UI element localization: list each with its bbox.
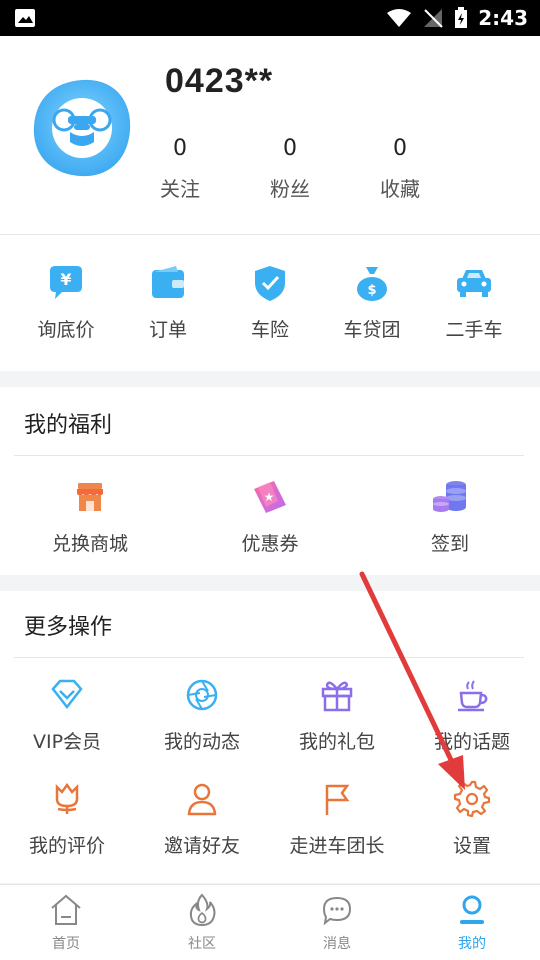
status-bar: 2:43 xyxy=(0,0,540,36)
more-item-topics[interactable]: 我的话题 xyxy=(422,675,522,754)
flower-icon xyxy=(47,779,87,819)
quick-item-orders[interactable]: 订单 xyxy=(114,263,222,342)
quick-item-insurance[interactable]: 车险 xyxy=(216,263,324,342)
diamond-icon xyxy=(47,675,87,715)
flag-icon xyxy=(317,779,357,819)
divider xyxy=(14,455,524,456)
svg-text:¥: ¥ xyxy=(60,270,71,289)
clock-text: 2:43 xyxy=(478,6,528,30)
benefit-item-checkin[interactable]: 签到 xyxy=(400,477,500,556)
stat-value: 0 xyxy=(283,136,297,161)
stat-fans[interactable]: 0 粉丝 xyxy=(240,136,340,202)
more-title: 更多操作 xyxy=(24,615,113,640)
quick-actions: ¥ 询底价 订单 车险 $ 车贷团 二手车 xyxy=(0,235,540,371)
benefit-item-coupon[interactable]: ★ 优惠券 xyxy=(220,477,320,556)
quick-item-label: 二手车 xyxy=(445,319,503,341)
shield-icon xyxy=(250,263,290,303)
more-item-settings[interactable]: 设置 xyxy=(422,779,522,858)
tab-label: 消息 xyxy=(323,936,351,952)
gear-icon xyxy=(452,779,492,819)
quick-item-label: 车险 xyxy=(250,319,289,341)
my-page: 0423** 0 关注 0 粉丝 0 收藏 ¥ 询底价 订单 车险 $ 车贷团 … xyxy=(0,36,540,884)
quick-item-label: 订单 xyxy=(148,319,187,341)
more-card: 更多操作 VIP会员 我的动态 我的礼包 我的话题 我的评价 邀请好友 走进车团… xyxy=(0,591,540,883)
flame-icon xyxy=(185,893,219,927)
stat-label: 粉丝 xyxy=(270,177,310,201)
yen-chat-icon: ¥ xyxy=(46,263,86,303)
more-item-label: 我的礼包 xyxy=(298,731,375,753)
benefit-item-store[interactable]: 兑换商城 xyxy=(40,477,140,556)
quick-item-loan[interactable]: $ 车贷团 xyxy=(318,263,426,342)
tab-bar: 首页 社区 消息 我的 xyxy=(0,884,540,960)
stat-value: 0 xyxy=(393,136,407,161)
more-item-label: VIP会员 xyxy=(32,731,102,753)
quick-item-label: 车贷团 xyxy=(343,319,401,341)
profile-header: 0423** 0 关注 0 粉丝 0 收藏 xyxy=(0,36,540,234)
gift-icon xyxy=(317,675,357,715)
tab-label: 首页 xyxy=(52,936,80,952)
money-bag-icon: $ xyxy=(352,263,392,303)
more-item-vip[interactable]: VIP会员 xyxy=(17,675,117,754)
quick-item-label: 询底价 xyxy=(37,319,95,341)
profile-icon xyxy=(455,893,489,927)
coins-icon xyxy=(430,477,470,517)
stat-value: 0 xyxy=(173,136,187,161)
svg-text:$: $ xyxy=(367,283,376,298)
more-item-label: 设置 xyxy=(452,835,491,857)
more-item-label: 走进车团长 xyxy=(289,835,385,857)
more-item-about[interactable]: 走进车团长 xyxy=(287,779,387,858)
more-item-label: 我的动态 xyxy=(163,731,240,753)
tab-label: 社区 xyxy=(188,936,216,952)
more-item-gift[interactable]: 我的礼包 xyxy=(287,675,387,754)
divider xyxy=(14,657,524,658)
tab-home[interactable]: 首页 xyxy=(16,893,116,953)
battery-charging-icon xyxy=(454,7,468,29)
more-item-feed[interactable]: 我的动态 xyxy=(152,675,252,754)
stat-label: 关注 xyxy=(160,177,200,201)
more-item-label: 我的话题 xyxy=(433,731,510,753)
tab-community[interactable]: 社区 xyxy=(152,893,252,953)
benefit-item-label: 兑换商城 xyxy=(51,533,128,555)
aperture-icon xyxy=(182,675,222,715)
image-notification-icon xyxy=(14,8,36,28)
store-icon xyxy=(70,477,110,517)
more-item-reviews[interactable]: 我的评价 xyxy=(17,779,117,858)
benefits-card: 我的福利 兑换商城 ★ 优惠券 签到 xyxy=(0,387,540,575)
wallet-icon xyxy=(148,263,188,303)
coffee-icon xyxy=(452,675,492,715)
tab-mine[interactable]: 我的 xyxy=(422,893,522,953)
benefits-title: 我的福利 xyxy=(24,413,113,438)
stat-favorites[interactable]: 0 收藏 xyxy=(350,136,450,202)
home-icon xyxy=(49,893,83,927)
quick-item-used-car[interactable]: 二手车 xyxy=(420,263,528,342)
person-icon xyxy=(182,779,222,819)
wifi-icon xyxy=(386,8,412,28)
more-item-invite[interactable]: 邀请好友 xyxy=(152,779,252,858)
benefit-item-label: 优惠券 xyxy=(241,533,299,555)
avatar[interactable] xyxy=(30,76,134,180)
stat-following[interactable]: 0 关注 xyxy=(130,136,230,202)
chat-icon xyxy=(320,893,354,927)
tab-messages[interactable]: 消息 xyxy=(287,893,387,953)
tab-label: 我的 xyxy=(458,936,486,952)
quick-item-inquiry[interactable]: ¥ 询底价 xyxy=(12,263,120,342)
benefit-item-label: 签到 xyxy=(430,533,469,555)
username: 0423** xyxy=(165,62,274,100)
more-item-label: 邀请好友 xyxy=(163,835,240,857)
more-item-label: 我的评价 xyxy=(28,835,105,857)
car-icon xyxy=(454,263,494,303)
stat-label: 收藏 xyxy=(380,177,420,201)
no-signal-icon xyxy=(422,8,444,28)
coupon-icon: ★ xyxy=(250,477,290,517)
svg-text:★: ★ xyxy=(264,490,275,504)
